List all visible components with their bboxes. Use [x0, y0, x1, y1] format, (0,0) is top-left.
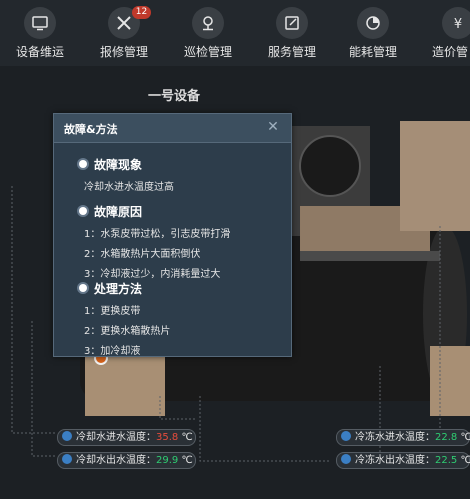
- method-line: 1：更换皮带: [84, 306, 141, 317]
- close-icon[interactable]: ✕: [265, 119, 281, 135]
- nav-item-inspection-management[interactable]: 巡检管理: [168, 0, 248, 66]
- temp-unit: ℃: [181, 432, 193, 443]
- nav-label: 造价管: [432, 45, 469, 59]
- phenomenon-line: 冷却水进水温度过高: [84, 182, 174, 193]
- temp-unit: ℃: [460, 455, 470, 466]
- fault-cause-section: 故障原因 1：水泵皮带过松，引志皮带打滑 2：水箱散热片大面积倒伏 3：冷却液过…: [78, 203, 231, 280]
- cause-line: 3：冷却液过少，内消耗量过大: [84, 269, 221, 280]
- water-drop-icon: [341, 454, 351, 464]
- temp-unit: ℃: [460, 432, 470, 443]
- section-title: 处理方法: [78, 280, 170, 297]
- nav-label: 巡检管理: [183, 45, 232, 59]
- cause-line: 1：水泵皮带过松，引志皮带打滑: [84, 229, 231, 240]
- fault-method-dialog: 故障&方法 ✕ 故障现象 冷却水进水温度过高 故障原因 1：水泵皮带过松，引志皮…: [53, 113, 292, 357]
- temp-label: 冷却水进水温度：: [76, 432, 156, 443]
- edit-icon: [276, 7, 308, 39]
- nav-label: 能耗管理: [348, 45, 397, 59]
- svg-text:¥: ¥: [454, 17, 462, 32]
- handling-method-section: 处理方法 1：更换皮带 2：更换水箱散热片 3：加冷却液: [78, 280, 171, 357]
- nav-label: 报修管理: [99, 45, 148, 59]
- method-line: 2：更换水箱散热片: [84, 326, 171, 337]
- temp-unit: ℃: [181, 455, 193, 466]
- dialog-header: 故障&方法 ✕: [54, 114, 291, 143]
- cooling-water-outlet-temp[interactable]: 冷却水出水温度：29.9 ℃: [57, 452, 196, 469]
- section-title: 故障现象: [79, 156, 174, 173]
- pie-chart-icon: [357, 7, 389, 39]
- cause-line: 2：水箱散热片大面积倒伏: [84, 249, 201, 260]
- temp-label: 冷冻水出水温度：: [355, 455, 435, 466]
- notification-badge: 12: [132, 6, 151, 19]
- nav-label: 服务管理: [267, 45, 316, 59]
- nav-label: 设备维运: [15, 45, 64, 59]
- fault-phenomenon-section: 故障现象 冷却水进水温度过高: [79, 156, 174, 193]
- location-pin-icon: [192, 7, 224, 39]
- temp-label: 冷却水出水温度：: [76, 455, 156, 466]
- monitor-icon: [24, 7, 56, 39]
- nav-item-cost-management[interactable]: ¥ 造价管: [418, 0, 470, 66]
- dialog-title: 故障&方法: [64, 123, 118, 136]
- cooling-water-inlet-temp[interactable]: 冷却水进水温度：35.8 ℃: [57, 429, 196, 446]
- temp-value: 22.5: [435, 455, 458, 466]
- temp-value: 29.9: [156, 455, 179, 466]
- water-drop-icon: [62, 454, 72, 464]
- temp-label: 冷冻水进水温度：: [355, 432, 435, 443]
- chilled-water-outlet-temp[interactable]: 冷冻水出水温度：22.5 ℃: [336, 452, 470, 469]
- water-drop-icon: [341, 431, 351, 441]
- nav-item-repair-management[interactable]: 12 报修管理: [84, 0, 164, 66]
- nav-item-service-management[interactable]: 服务管理: [252, 0, 332, 66]
- temp-value: 35.8: [156, 432, 179, 443]
- water-drop-icon: [62, 431, 72, 441]
- money-icon: ¥: [442, 7, 470, 39]
- nav-item-equipment-maintenance[interactable]: 设备维运: [0, 0, 80, 66]
- nav-item-energy-management[interactable]: 能耗管理: [333, 0, 413, 66]
- chilled-water-inlet-temp[interactable]: 冷冻水进水温度：22.8 ℃: [336, 429, 470, 446]
- temp-value: 22.8: [435, 432, 458, 443]
- method-line: 3：加冷却液: [84, 346, 141, 357]
- top-navigation: 设备维运 12 报修管理 巡检管理 服务管理 能耗管理 ¥ 造价管: [0, 0, 470, 68]
- section-title: 故障原因: [78, 203, 230, 220]
